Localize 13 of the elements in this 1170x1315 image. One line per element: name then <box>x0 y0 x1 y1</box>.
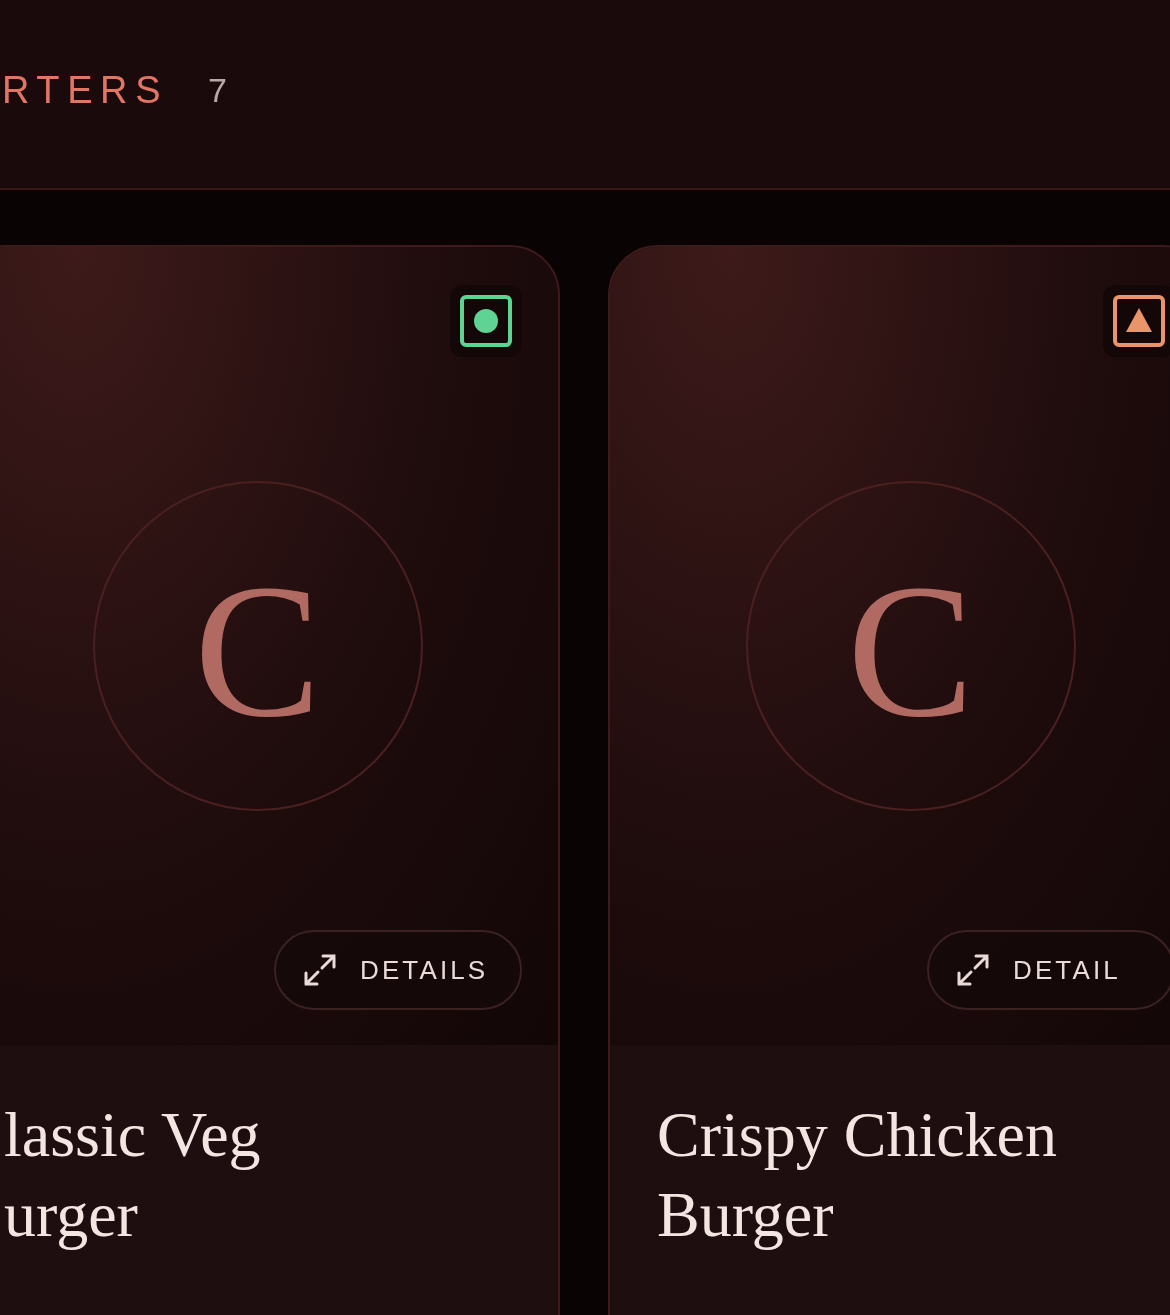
initial-monogram: C <box>745 481 1076 811</box>
item-count: 7 <box>208 69 228 111</box>
menu-card[interactable]: C DETAILS lassic Veg urger <box>0 245 560 1315</box>
expand-icon <box>302 952 338 988</box>
initial-monogram: C <box>92 481 423 811</box>
dish-name: Crispy Chicken Burger <box>657 1098 1058 1252</box>
details-button[interactable]: DETAIL <box>927 930 1170 1010</box>
section-title: RTERS <box>2 67 169 113</box>
details-button[interactable]: DETAILS <box>274 930 522 1010</box>
triangle-mark-icon <box>1103 285 1170 357</box>
expand-icon <box>955 952 991 988</box>
dish-name: lassic Veg urger <box>4 1098 262 1252</box>
menu-card[interactable]: C DETAIL Crispy Chicken Burger <box>608 245 1170 1315</box>
